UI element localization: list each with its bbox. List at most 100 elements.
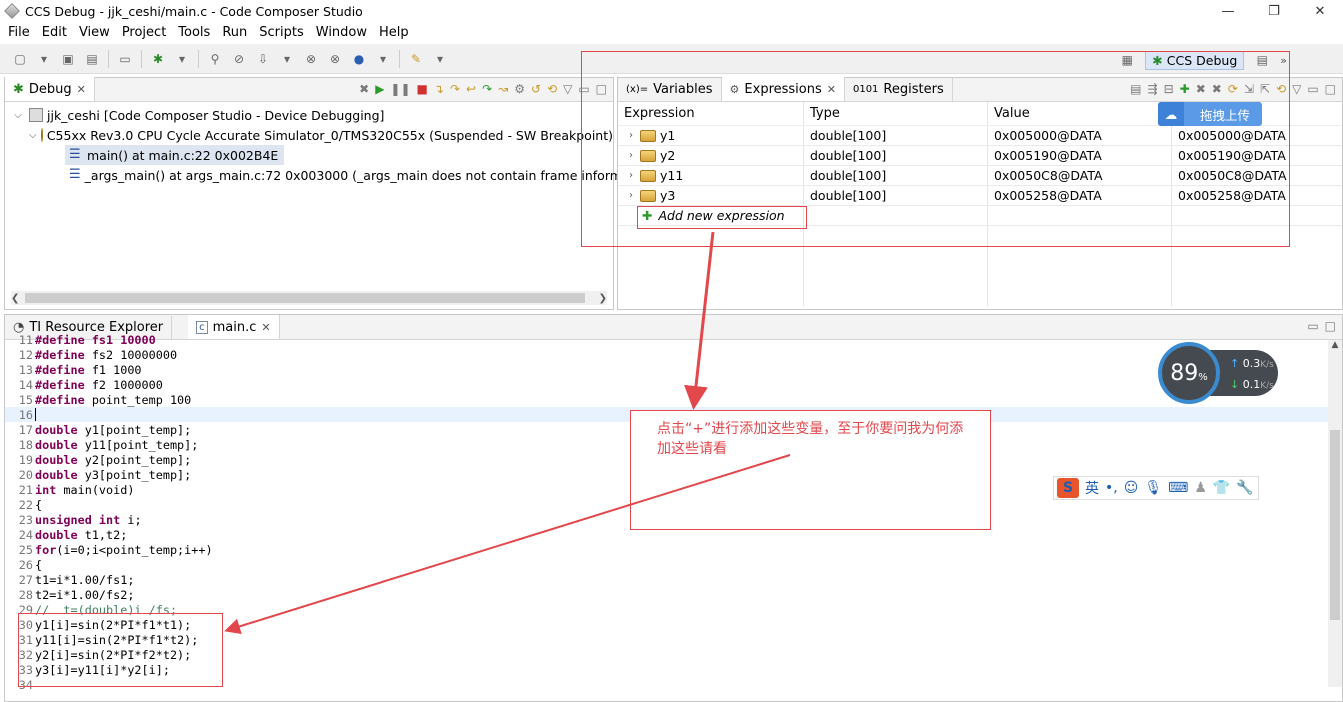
line-number: 21 xyxy=(18,482,33,497)
close-button[interactable]: ✕ xyxy=(1297,0,1343,22)
punctuation-icon[interactable]: •, xyxy=(1105,480,1118,496)
dropdown-icon[interactable]: ▾ xyxy=(432,51,448,67)
view-menu-icon[interactable]: ▽ xyxy=(563,82,572,96)
step-return-icon[interactable]: ↩ xyxy=(466,82,476,96)
menu-file[interactable]: File xyxy=(2,25,36,40)
minimize-button[interactable]: — xyxy=(1205,0,1251,22)
window-title: CCS Debug - jjk_ceshi/main.c - Code Comp… xyxy=(25,3,363,19)
bomb-icon[interactable]: ● xyxy=(351,51,367,67)
highlight-code-box xyxy=(18,613,223,687)
suspend-icon[interactable]: ❚❚ xyxy=(390,82,410,96)
collapse-icon[interactable]: ⌵ xyxy=(29,130,37,141)
code-line: 27 t1=i*1.00/fs1; xyxy=(5,572,1328,587)
toolbar-separator xyxy=(399,49,400,68)
ime-mode[interactable]: 英 xyxy=(1085,478,1099,498)
maximize-button[interactable]: ❐ xyxy=(1251,0,1297,22)
tree-item-frame-args[interactable]: ☰ _args_main() at args_main.c:72 0x00300… xyxy=(5,165,658,185)
scroll-left-icon[interactable]: ❮ xyxy=(11,293,19,304)
breakpoint-icon[interactable]: ⊘ xyxy=(231,51,247,67)
save-icon[interactable]: ▣ xyxy=(60,51,76,67)
view-menu-icon[interactable]: ▽ xyxy=(1292,82,1301,96)
minimize-view-icon[interactable]: ▭ xyxy=(1307,319,1318,333)
scroll-thumb[interactable] xyxy=(25,293,585,303)
disable-breakpoint-icon[interactable]: ⊗ xyxy=(303,51,319,67)
reset-icon[interactable]: ⚙ xyxy=(514,82,525,96)
menu-help[interactable]: Help xyxy=(373,25,415,40)
menu-scripts[interactable]: Scripts xyxy=(253,25,309,40)
rate-unit: K/s xyxy=(1260,360,1274,370)
scroll-up-icon[interactable]: ▲ xyxy=(1328,340,1342,350)
maximize-view-icon[interactable]: □ xyxy=(1325,82,1336,96)
keyword: double xyxy=(35,437,78,452)
editor-vscrollbar[interactable]: ▲ xyxy=(1328,340,1342,687)
debug-icon[interactable]: ✱ xyxy=(150,51,166,67)
keyword: #define xyxy=(35,332,85,347)
assembly-step-into-icon[interactable]: ↷ xyxy=(482,82,492,96)
scroll-right-icon[interactable]: ❯ xyxy=(599,293,607,304)
menu-run[interactable]: Run xyxy=(216,25,253,40)
title-bar: CCS Debug - jjk_ceshi/main.c - Code Comp… xyxy=(0,0,1343,22)
memory-usage-ring[interactable]: 89% xyxy=(1158,342,1220,404)
code-line: 28 t2=i*1.00/fs2; xyxy=(5,587,1328,602)
tree-item-target[interactable]: ⌵ C55xx Rev3.0 CPU Cycle Accurate Simula… xyxy=(5,125,613,145)
maximize-view-icon[interactable]: □ xyxy=(1325,319,1336,333)
line-number: 18 xyxy=(18,437,33,452)
assembly-step-over-icon[interactable]: ↝ xyxy=(498,82,508,96)
keyboard-icon[interactable]: ⌨ xyxy=(1168,480,1188,496)
upload-value: 0.3 xyxy=(1242,357,1261,370)
menu-project[interactable]: Project xyxy=(116,25,172,40)
step-over-icon[interactable]: ↷ xyxy=(450,82,460,96)
save-all-icon[interactable]: ▤ xyxy=(84,51,100,67)
code-text: { xyxy=(35,557,43,572)
debug-hscrollbar[interactable]: ❮ ❯ xyxy=(11,291,607,305)
step-into-icon[interactable]: ↴ xyxy=(434,82,444,96)
line-number: 11 xyxy=(18,332,33,347)
sync-icon[interactable]: ⟲ xyxy=(547,82,557,96)
new-icon[interactable]: ▢ xyxy=(12,51,28,67)
editor-view-icons: ▭ □ xyxy=(1307,319,1336,333)
print-icon[interactable]: ▭ xyxy=(117,51,133,67)
pin-icon[interactable]: ✎ xyxy=(408,51,424,67)
menu-edit[interactable]: Edit xyxy=(36,25,73,40)
upload-rate: ↑ 0.3K/s xyxy=(1230,354,1278,375)
skin-icon[interactable]: 👕 xyxy=(1213,480,1230,496)
connect-icon[interactable]: ⚲ xyxy=(207,51,223,67)
line-number: 28 xyxy=(18,587,33,602)
debug-tree: ⌵ jjk_ceshi [Code Composer Studio - Devi… xyxy=(5,102,658,185)
minimize-view-icon[interactable]: ▭ xyxy=(1307,82,1318,96)
tab-debug[interactable]: ✱ Debug ✕ xyxy=(5,77,95,101)
dropdown-icon[interactable]: ▾ xyxy=(375,51,391,67)
toolbar-separator xyxy=(141,49,142,68)
dropdown-icon[interactable]: ▾ xyxy=(279,51,295,67)
menu-window[interactable]: Window xyxy=(310,25,373,40)
download-value: 0.1 xyxy=(1242,378,1261,391)
menu-view[interactable]: View xyxy=(73,25,116,40)
annotation-text: 点击“+”进行添加这些变量，至于你要问我为何添加这些请看 xyxy=(657,421,964,457)
scroll-thumb[interactable] xyxy=(1330,430,1340,620)
rate-unit: K/s xyxy=(1260,381,1274,391)
collapse-icon[interactable]: ⌵ xyxy=(11,110,25,121)
microphone-icon[interactable]: 🎙 xyxy=(1144,480,1162,496)
tree-item-label: C55xx Rev3.0 CPU Cycle Accurate Simulato… xyxy=(46,127,613,143)
resume-icon[interactable]: ▶ xyxy=(375,82,384,96)
code-line: 11 #define fs1 10000 xyxy=(5,332,1328,347)
dropdown-icon[interactable]: ▾ xyxy=(174,51,190,67)
code-text: t2=i*1.00/fs2; xyxy=(35,587,135,602)
keyword: for xyxy=(35,542,57,557)
remove-terminated-icon[interactable]: ✖ xyxy=(359,82,369,96)
sogou-logo-icon[interactable]: S xyxy=(1057,478,1079,498)
tree-item-frame-main[interactable]: ☰ main() at main.c:22 0x002B4E xyxy=(5,145,613,165)
load-program-icon[interactable]: ⇩ xyxy=(255,51,271,67)
line-number: 16 xyxy=(18,407,33,422)
tree-item-launch[interactable]: ⌵ jjk_ceshi [Code Composer Studio - Devi… xyxy=(5,105,613,125)
tools-icon[interactable]: 🔧 xyxy=(1236,480,1253,496)
menu-tools[interactable]: Tools xyxy=(172,25,216,40)
user-icon[interactable]: ♟ xyxy=(1194,480,1207,496)
remove-breakpoint-icon[interactable]: ⊗ xyxy=(327,51,343,67)
close-icon[interactable]: ✕ xyxy=(77,83,86,96)
dropdown-icon[interactable]: ▾ xyxy=(36,51,52,67)
emoji-icon[interactable]: ☺ xyxy=(1124,480,1139,496)
debug-tab-icon: ✱ xyxy=(13,81,24,97)
terminate-icon[interactable]: ■ xyxy=(417,82,428,96)
restart-icon[interactable]: ↺ xyxy=(531,82,541,96)
